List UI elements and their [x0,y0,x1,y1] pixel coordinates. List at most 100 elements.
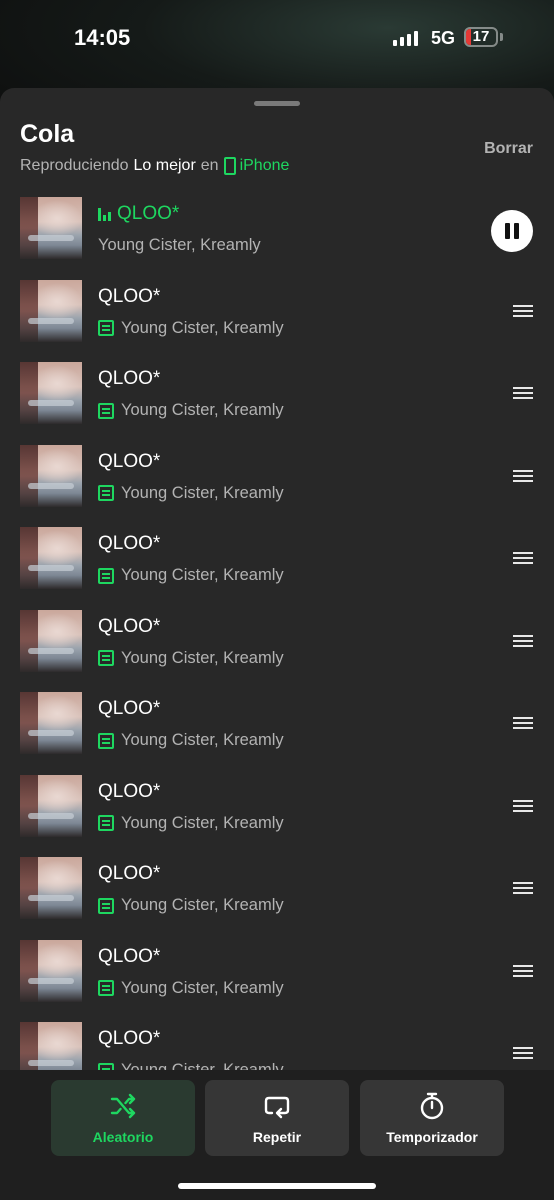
queue-row[interactable]: QLOO* Young Cister, Kreamly [0,357,554,440]
track-artist-line: Young Cister, Kreamly [98,814,284,833]
track-title: QLOO* [98,698,161,719]
device-name: iPhone [239,157,290,174]
album-art [20,444,82,507]
drag-handle-icon[interactable] [513,552,533,565]
queue-row[interactable]: QLOO* Young Cister, Kreamly [0,440,554,523]
track-artist-line: Young Cister, Kreamly [98,896,284,915]
track-artist: Young Cister, Kreamly [121,978,284,997]
battery-tip [500,33,503,41]
track-artist-line: Young Cister, Kreamly [98,1061,284,1070]
drag-handle-icon[interactable] [513,882,533,895]
signal-icon [393,31,418,46]
queued-icon [98,732,114,749]
queued-icon [98,980,114,996]
drag-handle-icon[interactable] [513,469,533,483]
album-art [20,609,82,672]
status-time: 14:05 [74,25,131,50]
track-artist: Young Cister, Kreamly [121,401,284,419]
track-title: QLOO* [98,780,161,802]
drag-handle-icon[interactable] [513,387,533,400]
track-artist: Young Cister, Kreamly [121,1061,284,1070]
queue-row[interactable]: QLOO* Young Cister, Kreamly [0,275,554,358]
queue-row[interactable]: QLOO* Young Cister, Kreamly [0,1017,554,1070]
queued-icon [98,567,114,584]
queued-icon [98,1062,114,1070]
battery-level: 17 [472,28,490,45]
track-title: QLOO* [98,1028,161,1049]
phone-icon [223,157,236,175]
queue-controls: Aleatorio Repetir Temporizador [0,1070,554,1200]
track-artist-line: Young Cister, Kreamly [98,731,284,750]
track-artist-line: Young Cister, Kreamly [98,979,284,998]
shuffle-label: Aleatorio [92,1129,154,1145]
playing-context: Reproduciendo Lo mejor en iPhone [20,157,289,175]
album-art [20,692,82,754]
album-art [20,857,82,919]
track-artist-line: Young Cister, Kreamly [98,649,284,668]
track-title: QLOO* [98,863,161,884]
track-artist: Young Cister, Kreamly [121,896,284,914]
album-art [20,362,82,424]
drag-handle-icon[interactable] [513,1047,533,1060]
queued-icon [98,485,114,501]
home-indicator[interactable] [178,1183,376,1189]
track-title: QLOO* [98,945,161,967]
queue-sheet: Cola Reproduciendo Lo mejor en iPhone Bo… [0,88,554,1200]
album-art [20,1022,82,1070]
battery-icon: 17 [464,27,498,47]
album-art [20,279,82,342]
track-artist: Young Cister, Kreamly [121,566,284,584]
album-art [20,197,82,259]
queued-icon [98,650,114,666]
repeat-label: Repetir [252,1129,302,1145]
timer-button[interactable]: Temporizador [360,1080,504,1156]
queue-list[interactable]: QLOO* Young Cister, Kreamly QLOO* Young … [0,192,554,1070]
queued-icon [98,320,114,336]
repeat-button[interactable]: Repetir [205,1080,349,1156]
track-artist: Young Cister, Kreamly [121,483,284,502]
queue-row[interactable]: QLOO* Young Cister, Kreamly [0,935,554,1018]
queue-row[interactable]: QLOO* Young Cister, Kreamly [0,687,554,770]
sheet-grabber[interactable] [254,101,300,106]
album-art [20,774,82,837]
queue-row[interactable]: QLOO* Young Cister, Kreamly [0,605,554,688]
drag-handle-icon[interactable] [513,634,533,648]
track-title: QLOO* [98,533,161,554]
track-artist-line: Young Cister, Kreamly [98,401,284,420]
track-title: QLOO* [98,450,161,472]
track-artist-line: Young Cister, Kreamly [98,484,284,503]
context-name[interactable]: Lo mejor [134,157,196,175]
subtitle-connector: en [200,157,219,174]
shuffle-button[interactable]: Aleatorio [51,1080,195,1156]
status-bar: 14:05 5G 17 [0,0,554,80]
now-playing-row[interactable]: QLOO* Young Cister, Kreamly [0,192,554,275]
queue-row[interactable]: QLOO* Young Cister, Kreamly [0,852,554,935]
track-artist: Young Cister, Kreamly [121,318,284,337]
drag-handle-icon[interactable] [513,799,533,813]
now-playing-title: QLOO* [98,203,179,225]
drag-handle-icon[interactable] [513,964,533,978]
device-link[interactable]: iPhone [223,157,290,175]
track-title: QLOO* [98,368,161,389]
now-playing-artist: Young Cister, Kreamly [98,236,261,254]
queue-row[interactable]: QLOO* Young Cister, Kreamly [0,770,554,853]
drag-handle-icon[interactable] [513,717,533,730]
queue-row[interactable]: QLOO* Young Cister, Kreamly [0,522,554,605]
track-artist: Young Cister, Kreamly [121,648,284,667]
pause-icon-bar-right [514,223,519,239]
clear-button[interactable]: Borrar [484,140,533,158]
pause-icon-bar-left [505,223,510,239]
queued-icon [98,897,114,914]
album-art [20,527,82,589]
track-title: QLOO* [98,615,161,637]
timer-icon [420,1092,444,1120]
network-type: 5G [431,28,456,48]
track-title: QLOO* [98,285,161,307]
shuffle-icon [110,1093,136,1119]
subtitle-prefix: Reproduciendo [20,157,129,174]
album-art [20,939,82,1002]
pause-button[interactable] [491,210,533,252]
drag-handle-icon[interactable] [513,304,533,318]
track-artist: Young Cister, Kreamly [121,813,284,832]
track-artist-line: Young Cister, Kreamly [98,566,284,585]
